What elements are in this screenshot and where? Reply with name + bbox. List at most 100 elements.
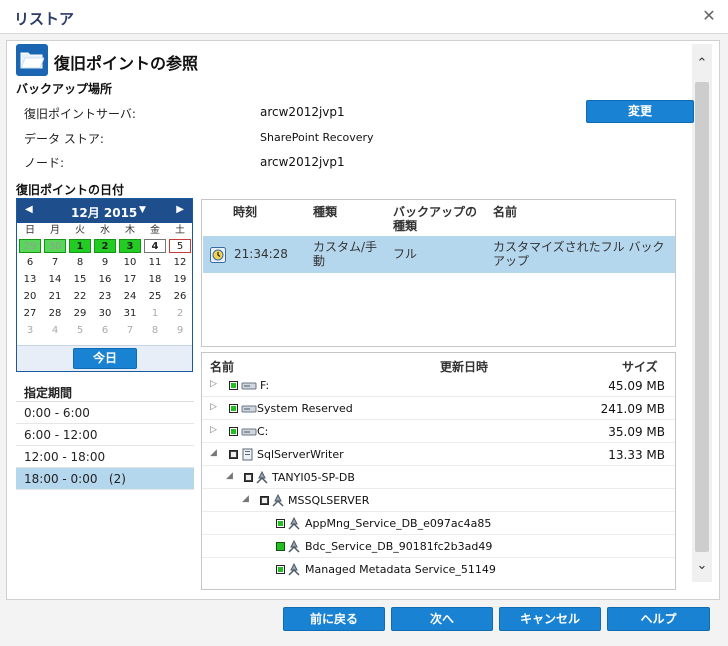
calendar-day[interactable]: 8	[144, 324, 166, 338]
tree-item-name: F:	[260, 379, 270, 392]
calendar-day[interactable]: 19	[169, 273, 191, 287]
calendar-day[interactable]: 17	[119, 273, 141, 287]
table-row[interactable]: 21:34:28 カスタム/手 動 フル カスタマイズされたフル バック アップ	[203, 236, 675, 273]
calendar-day[interactable]: 4	[144, 239, 166, 253]
calendar-day[interactable]: 6	[94, 324, 116, 338]
calendar-day[interactable]: 15	[69, 273, 91, 287]
tree-item-size: 13.33 MB	[608, 448, 665, 462]
calendar-day[interactable]: 31	[119, 307, 141, 321]
calendar-day[interactable]: 21	[44, 290, 66, 304]
expand-icon[interactable]: ▷	[210, 379, 217, 389]
next-button[interactable]: 次へ	[391, 607, 493, 631]
calendar-day[interactable]: 5	[169, 239, 191, 253]
calendar-day[interactable]: 6	[19, 256, 41, 270]
vertical-scrollbar[interactable]: ⌃ ⌄	[692, 44, 712, 582]
column-name[interactable]: 名前	[493, 205, 517, 219]
collapse-icon[interactable]: ◢	[210, 448, 217, 458]
expand-icon[interactable]: ▷	[210, 425, 217, 435]
expand-icon[interactable]: ▷	[210, 402, 217, 412]
tree-row-sqlserverwriter[interactable]: ◢ SqlServerWriter 13.33 MB	[202, 444, 675, 466]
cancel-button[interactable]: キャンセル	[499, 607, 601, 631]
calendar-day[interactable]: 22	[69, 290, 91, 304]
calendar-day[interactable]: 23	[94, 290, 116, 304]
calendar-day[interactable]: 2	[94, 239, 116, 253]
calendar-day[interactable]: 7	[44, 256, 66, 270]
help-button[interactable]: ヘルプ	[607, 607, 710, 631]
collapse-icon[interactable]: ◢	[226, 471, 233, 481]
close-icon[interactable]: ✕	[700, 6, 718, 25]
tree-row-f-drive[interactable]: ▷ F: 45.09 MB	[202, 375, 675, 397]
calendar-day[interactable]: 27	[19, 307, 41, 321]
period-item[interactable]: 12:00 - 18:00	[16, 446, 194, 468]
tree-row-database[interactable]: Managed Metadata Service_51149	[202, 559, 675, 581]
checkbox[interactable]	[229, 450, 238, 459]
calendar-day[interactable]: 28	[44, 307, 66, 321]
calendar-day[interactable]: 8	[69, 256, 91, 270]
calendar-day[interactable]: 10	[119, 256, 141, 270]
tree-item-size: 35.09 MB	[608, 425, 665, 439]
calendar-day[interactable]: 3	[19, 324, 41, 338]
column-file-name[interactable]: 名前	[210, 358, 234, 375]
next-month-icon[interactable]: ▶	[176, 204, 184, 215]
calendar-day[interactable]: 30	[94, 307, 116, 321]
calendar-day[interactable]: 5	[69, 324, 91, 338]
change-button[interactable]: 変更	[586, 100, 694, 123]
back-button[interactable]: 前に戻る	[283, 607, 385, 631]
today-button[interactable]: 今日	[73, 348, 137, 369]
tree-row-database[interactable]: Bdc_Service_DB_90181fc2b3ad49	[202, 536, 675, 558]
checkbox[interactable]	[244, 473, 253, 482]
tree-item-name: Bdc_Service_DB_90181fc2b3ad49	[305, 540, 493, 553]
tree-row-c-drive[interactable]: ▷ C: 35.09 MB	[202, 421, 675, 443]
collapse-icon[interactable]: ◢	[242, 494, 249, 504]
calendar-day[interactable]: 4	[44, 324, 66, 338]
chevron-down-icon[interactable]: ▼	[139, 205, 146, 215]
checkbox[interactable]	[276, 565, 285, 574]
calendar-day[interactable]: 3	[119, 239, 141, 253]
calendar-day[interactable]: 1	[144, 307, 166, 321]
calendar-day[interactable]: 18	[144, 273, 166, 287]
column-time[interactable]: 時刻	[233, 205, 257, 219]
period-item-selected[interactable]: 18:00 - 0:00 (2)	[16, 468, 194, 490]
scroll-down-icon[interactable]: ⌄	[692, 558, 712, 578]
checkbox[interactable]	[229, 427, 238, 436]
calendar-day[interactable]: 13	[19, 273, 41, 287]
calendar-day[interactable]: 24	[119, 290, 141, 304]
calendar-day[interactable]: 2	[169, 307, 191, 321]
drive-icon	[241, 405, 257, 413]
tree-row-server[interactable]: ◢ TANYI05-SP-DB	[202, 467, 675, 489]
tree-row-system-reserved[interactable]: ▷ System Reserved 241.09 MB	[202, 398, 675, 420]
calendar-day[interactable]: 30	[44, 239, 66, 253]
calendar-day[interactable]: 29	[69, 307, 91, 321]
period-item[interactable]: 6:00 - 12:00	[16, 424, 194, 446]
tree-row-database[interactable]: AppMng_Service_DB_e097ac4a85	[202, 513, 675, 535]
column-size[interactable]: サイズ	[622, 358, 658, 375]
calendar-day[interactable]: 20	[19, 290, 41, 304]
calendar-day[interactable]: 12	[169, 256, 191, 270]
column-type[interactable]: 種類	[313, 205, 337, 219]
checkbox[interactable]	[276, 542, 285, 551]
checkbox[interactable]	[229, 404, 238, 413]
tree-item-size: 241.09 MB	[600, 402, 665, 416]
checkbox[interactable]	[229, 381, 238, 390]
calendar-day[interactable]: 14	[44, 273, 66, 287]
column-backup-type[interactable]: バックアップの 種類	[393, 205, 477, 233]
calendar-day[interactable]: 11	[144, 256, 166, 270]
component-icon	[288, 563, 300, 576]
column-modified[interactable]: 更新日時	[440, 358, 488, 375]
prev-month-icon[interactable]: ◀	[25, 204, 33, 215]
calendar-month[interactable]: 12月 2015	[71, 204, 137, 221]
calendar-day[interactable]: 9	[169, 324, 191, 338]
scroll-thumb[interactable]	[695, 82, 709, 552]
calendar-day[interactable]: 25	[144, 290, 166, 304]
checkbox[interactable]	[276, 519, 285, 528]
calendar-day[interactable]: 9	[94, 256, 116, 270]
checkbox[interactable]	[260, 496, 269, 505]
calendar-day[interactable]: 16	[94, 273, 116, 287]
calendar-day[interactable]: 7	[119, 324, 141, 338]
tree-row-instance[interactable]: ◢ MSSQLSERVER	[202, 490, 675, 512]
calendar-day[interactable]: 29	[19, 239, 41, 253]
calendar-day[interactable]: 1	[69, 239, 91, 253]
period-item[interactable]: 0:00 - 6:00	[16, 402, 194, 424]
calendar-day[interactable]: 26	[169, 290, 191, 304]
scroll-up-icon[interactable]: ⌃	[692, 56, 712, 76]
